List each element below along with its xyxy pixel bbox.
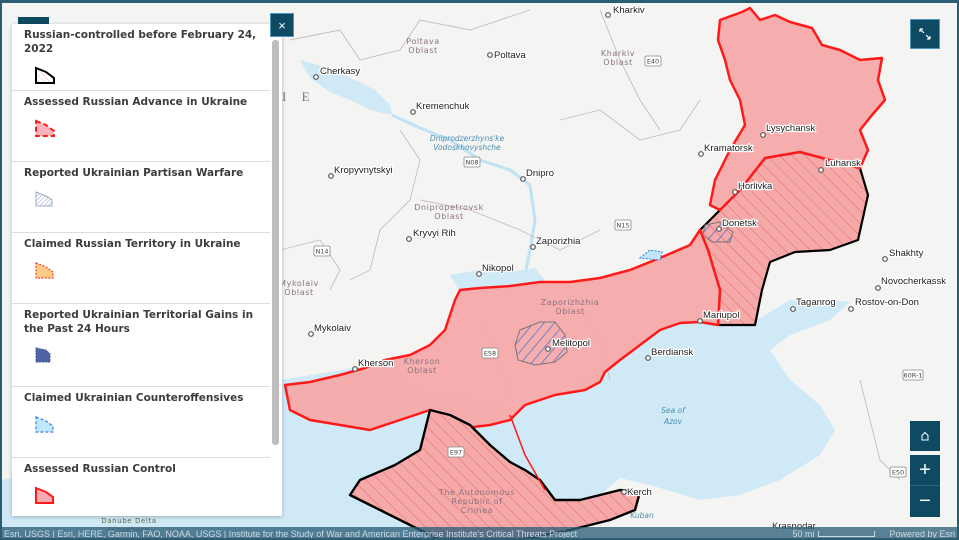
svg-text:Poltava: Poltava <box>494 50 526 61</box>
svg-text:Oblast: Oblast <box>284 288 313 297</box>
svg-text:The Autonomous: The Autonomous <box>438 488 515 497</box>
legend-item-pre2022: Russian-controlled before February 24, 2… <box>12 24 270 91</box>
svg-text:Shakhty: Shakhty <box>889 248 924 259</box>
svg-text:Kharkiv: Kharkiv <box>613 5 645 16</box>
legend-tab-indicator <box>18 17 49 24</box>
legend-item-label: Claimed Ukrainian Counteroffensives <box>24 392 244 404</box>
country-label: I E <box>282 89 316 104</box>
svg-text:Rostov-on-Don: Rostov-on-Don <box>855 297 919 308</box>
legend-item-claimed-russian: Claimed Russian Territory in Ukraine <box>12 233 270 304</box>
svg-text:Nikopol: Nikopol <box>482 263 514 274</box>
svg-text:Kherson: Kherson <box>404 357 441 366</box>
svg-text:Sea of: Sea of <box>661 406 686 415</box>
home-button[interactable] <box>910 421 940 451</box>
svg-text:E58: E58 <box>484 350 496 358</box>
svg-text:Vodoskhovyshche: Vodoskhovyshche <box>433 143 501 152</box>
svg-text:Oblast: Oblast <box>603 58 632 67</box>
svg-text:E50: E50 <box>892 469 904 477</box>
svg-text:Zaporizhzhia: Zaporizhzhia <box>541 298 600 307</box>
svg-text:Mykolaiv: Mykolaiv <box>314 323 351 334</box>
minus-icon: − <box>919 490 931 512</box>
svg-text:Melitopol: Melitopol <box>552 338 590 349</box>
legend-item-label: Reported Ukrainian Partisan Warfare <box>24 167 244 179</box>
svg-text:Zaporizhia: Zaporizhia <box>536 236 581 247</box>
svg-text:Danube Delta: Danube Delta <box>101 517 156 525</box>
svg-text:Kremenchuk: Kremenchuk <box>416 101 470 112</box>
close-icon: × <box>278 17 286 33</box>
svg-text:Horlivka: Horlivka <box>738 181 773 192</box>
blue-hatched-swatch-icon <box>35 191 53 207</box>
legend-item-partisan-warfare: Reported Ukrainian Partisan Warfare <box>12 162 270 233</box>
legend-item-russian-advance: Assessed Russian Advance in Ukraine <box>12 91 270 162</box>
legend-item-label: Reported Ukrainian Territorial Gains in … <box>24 309 254 335</box>
legend-panel: Russian-controlled before February 24, 2… <box>12 24 282 516</box>
black-outline-hatched-swatch-icon <box>35 66 55 84</box>
svg-text:Mykolaiv: Mykolaiv <box>279 279 319 288</box>
scale-label: 50 mi <box>792 528 815 539</box>
expand-arrows-icon <box>919 28 931 40</box>
svg-text:Luhansk: Luhansk <box>825 158 861 169</box>
zoom-out-button[interactable]: − <box>910 486 940 517</box>
orange-dotted-swatch-icon <box>35 262 54 279</box>
legend-scrollbar[interactable] <box>272 40 279 445</box>
svg-text:Kerch: Kerch <box>627 487 652 498</box>
svg-text:60R-1: 60R-1 <box>903 372 922 380</box>
light-blue-dashed-swatch-icon <box>35 416 54 433</box>
svg-text:Kropyvnytskyi: Kropyvnytskyi <box>334 165 393 176</box>
legend-item-label: Claimed Russian Territory in Ukraine <box>24 238 241 250</box>
red-outline-swatch-icon <box>35 486 54 504</box>
svg-text:Berdiansk: Berdiansk <box>651 347 693 358</box>
svg-text:Cherkasy: Cherkasy <box>320 66 360 77</box>
scale-bar <box>818 530 876 537</box>
legend-item-russian-control: Assessed Russian Control <box>12 458 270 516</box>
svg-text:E97: E97 <box>450 449 462 457</box>
svg-text:Donetsk: Donetsk <box>722 218 757 229</box>
zoom-in-button[interactable]: + <box>910 455 940 486</box>
svg-text:Crimea: Crimea <box>461 506 493 515</box>
powered-by-esri-link[interactable]: Powered by Esri <box>889 529 955 539</box>
svg-text:Lysychansk: Lysychansk <box>766 123 816 134</box>
legend-item-label: Assessed Russian Control <box>24 463 176 475</box>
red-dashed-swatch-icon <box>35 119 55 137</box>
attribution-text[interactable]: Esri, USGS | Esri, HERE, Garmin, FAO, NO… <box>4 529 792 539</box>
svg-text:N08: N08 <box>465 159 478 167</box>
dark-blue-swatch-icon <box>35 347 51 363</box>
legend-item-label: Assessed Russian Advance in Ukraine <box>24 96 248 108</box>
legend-close-button[interactable]: × <box>270 13 294 37</box>
svg-text:N15: N15 <box>616 222 629 230</box>
legend-item-ukrainian-gains: Reported Ukrainian Territorial Gains in … <box>12 304 270 387</box>
plus-icon: + <box>919 458 931 481</box>
legend-item-counteroffensives: Claimed Ukrainian Counteroffensives <box>12 387 270 458</box>
svg-text:Azov: Azov <box>663 417 683 426</box>
home-icon <box>921 431 929 441</box>
legend-item-label: Russian-controlled before February 24, 2… <box>24 29 257 55</box>
svg-text:Kryvyi Rih: Kryvyi Rih <box>413 228 456 239</box>
svg-text:E40: E40 <box>647 58 659 66</box>
svg-text:Dnipro: Dnipro <box>526 168 554 179</box>
svg-text:Kramatorsk: Kramatorsk <box>704 143 753 154</box>
svg-text:Kharkiv: Kharkiv <box>601 49 635 58</box>
svg-text:Poltava: Poltava <box>406 37 440 46</box>
svg-text:Dnipropetrovsk: Dnipropetrovsk <box>414 203 484 212</box>
svg-text:Republic of: Republic of <box>451 497 502 506</box>
svg-text:Novocherkassk: Novocherkassk <box>881 276 946 287</box>
svg-text:Taganrog: Taganrog <box>796 297 836 308</box>
svg-text:Mariupol: Mariupol <box>703 310 739 321</box>
svg-text:Dniprodzerzhyns'ke: Dniprodzerzhyns'ke <box>430 134 505 143</box>
svg-text:Oblast: Oblast <box>555 307 584 316</box>
fullscreen-button[interactable] <box>910 19 940 49</box>
svg-text:Oblast: Oblast <box>434 212 463 221</box>
svg-text:Oblast: Oblast <box>407 366 436 375</box>
attribution-bar: Esri, USGS | Esri, HERE, Garmin, FAO, NO… <box>0 527 959 540</box>
svg-text:Oblast: Oblast <box>408 46 437 55</box>
svg-text:Kuban: Kuban <box>630 511 654 520</box>
svg-text:Kherson: Kherson <box>358 358 393 369</box>
city-kerch: Kerch <box>621 486 653 499</box>
svg-text:N14: N14 <box>315 248 328 256</box>
city-poltava: Poltava <box>487 49 528 62</box>
